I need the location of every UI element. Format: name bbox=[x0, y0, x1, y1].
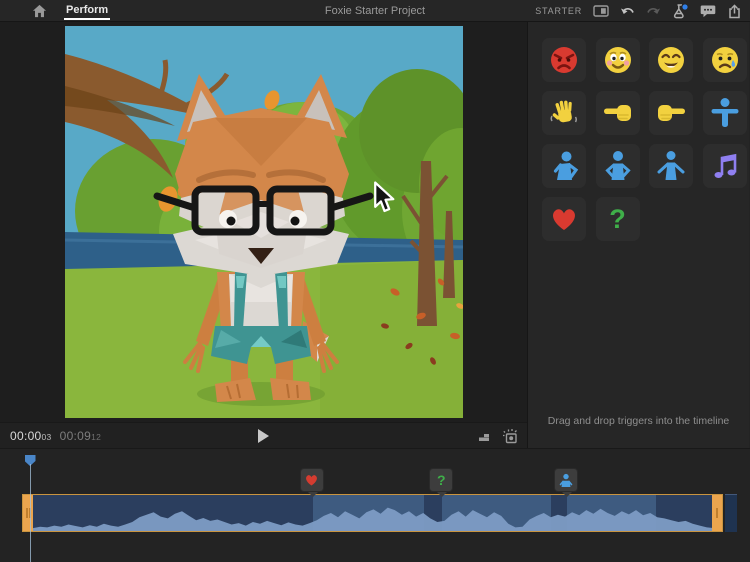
question-mark-icon: ? bbox=[437, 472, 446, 488]
angry-face-icon bbox=[549, 45, 579, 75]
trigger-pin-person[interactable] bbox=[554, 468, 578, 492]
tab-perform-label: Perform bbox=[66, 4, 108, 16]
heart-icon bbox=[304, 473, 319, 487]
home-button[interactable] bbox=[30, 4, 48, 18]
playhead-line bbox=[30, 464, 31, 562]
feedback-bubble-icon bbox=[700, 4, 716, 18]
play-button[interactable] bbox=[258, 429, 269, 443]
redo-icon bbox=[646, 5, 661, 18]
share-icon bbox=[727, 4, 742, 19]
plan-badge: STARTER bbox=[535, 6, 582, 16]
stage-scene bbox=[65, 26, 463, 418]
drag-drop-hint: Drag and drop triggers into the timeline bbox=[528, 415, 749, 427]
trigger-music-button[interactable] bbox=[703, 144, 747, 188]
blushing-face-icon bbox=[603, 45, 633, 75]
trigger-blushing-face-button[interactable] bbox=[596, 38, 640, 82]
beaker-button[interactable] bbox=[672, 3, 689, 19]
trigger-angry-face-button[interactable] bbox=[542, 38, 586, 82]
trigger-heart-button[interactable] bbox=[542, 197, 586, 241]
hands-on-hips-person-icon bbox=[603, 150, 633, 182]
timecode-display: 00:0003 00:0912 bbox=[10, 429, 101, 443]
point-right-hand-icon bbox=[655, 100, 687, 126]
transport-bar: 00:0003 00:0912 bbox=[0, 422, 527, 448]
question-mark-icon: ? bbox=[609, 206, 626, 233]
trigger-hands-on-hips-button[interactable] bbox=[596, 144, 640, 188]
t-pose-person-icon bbox=[710, 97, 740, 129]
trigger-lean-pose-button[interactable] bbox=[542, 144, 586, 188]
audio-waveform bbox=[33, 495, 712, 531]
current-frames: 03 bbox=[42, 432, 52, 442]
heart-icon bbox=[549, 205, 579, 233]
waving-hand-icon bbox=[548, 98, 580, 128]
duration-time: 00:09 bbox=[60, 429, 92, 443]
snapshot-button[interactable] bbox=[502, 428, 519, 450]
stage-panel: 00:0003 00:0912 bbox=[0, 22, 528, 448]
point-left-hand-icon bbox=[602, 100, 634, 126]
home-icon bbox=[32, 4, 47, 18]
character-animator-app: Perform Foxie Starter Project STARTER bbox=[0, 0, 750, 562]
undo-icon bbox=[620, 5, 635, 18]
clip-trimmed-remainder bbox=[725, 494, 737, 532]
timeline-panel[interactable]: ? bbox=[0, 448, 750, 561]
audio-clip[interactable] bbox=[22, 494, 723, 532]
redo-button[interactable] bbox=[646, 5, 661, 18]
trigger-question-button[interactable]: ? bbox=[596, 197, 640, 241]
trigger-pin-heart[interactable] bbox=[300, 468, 324, 492]
triggers-panel: ? Drag and drop triggers into the timeli… bbox=[528, 22, 749, 448]
top-bar-actions: STARTER bbox=[535, 0, 742, 22]
clip-left-handle[interactable] bbox=[23, 495, 33, 531]
duration-frames: 12 bbox=[91, 432, 101, 442]
panel-preview-icon[interactable] bbox=[593, 5, 609, 17]
feedback-button[interactable] bbox=[700, 4, 716, 18]
person-icon bbox=[559, 473, 573, 488]
top-bar: Perform Foxie Starter Project STARTER bbox=[0, 0, 750, 22]
trigger-grid: ? bbox=[528, 22, 749, 241]
levels-icon bbox=[477, 428, 493, 444]
beaker-icon bbox=[672, 3, 689, 19]
trigger-waving-hand-button[interactable] bbox=[542, 91, 586, 135]
audio-clip-body[interactable] bbox=[33, 495, 712, 531]
share-button[interactable] bbox=[727, 4, 742, 19]
snapshot-icon bbox=[502, 428, 519, 445]
lean-pose-person-icon bbox=[549, 150, 579, 182]
stage-canvas[interactable] bbox=[65, 26, 463, 418]
shrug-pose-person-icon bbox=[656, 150, 686, 182]
trigger-point-left-button[interactable] bbox=[596, 91, 640, 135]
trigger-grinning-face-button[interactable] bbox=[649, 38, 693, 82]
clip-right-handle[interactable] bbox=[712, 495, 722, 531]
tab-perform[interactable]: Perform bbox=[64, 1, 110, 21]
levels-button[interactable] bbox=[477, 428, 493, 450]
trigger-pin-question[interactable]: ? bbox=[429, 468, 453, 492]
grinning-face-icon bbox=[656, 45, 686, 75]
trigger-crying-face-button[interactable] bbox=[703, 38, 747, 82]
current-time: 00:00 bbox=[10, 429, 42, 443]
music-notes-icon bbox=[710, 151, 740, 181]
mouse-cursor bbox=[373, 181, 395, 213]
trigger-t-pose-button[interactable] bbox=[703, 91, 747, 135]
trigger-point-right-button[interactable] bbox=[649, 91, 693, 135]
trigger-shrug-pose-button[interactable] bbox=[649, 144, 693, 188]
crying-face-icon bbox=[710, 45, 740, 75]
undo-button[interactable] bbox=[620, 5, 635, 18]
